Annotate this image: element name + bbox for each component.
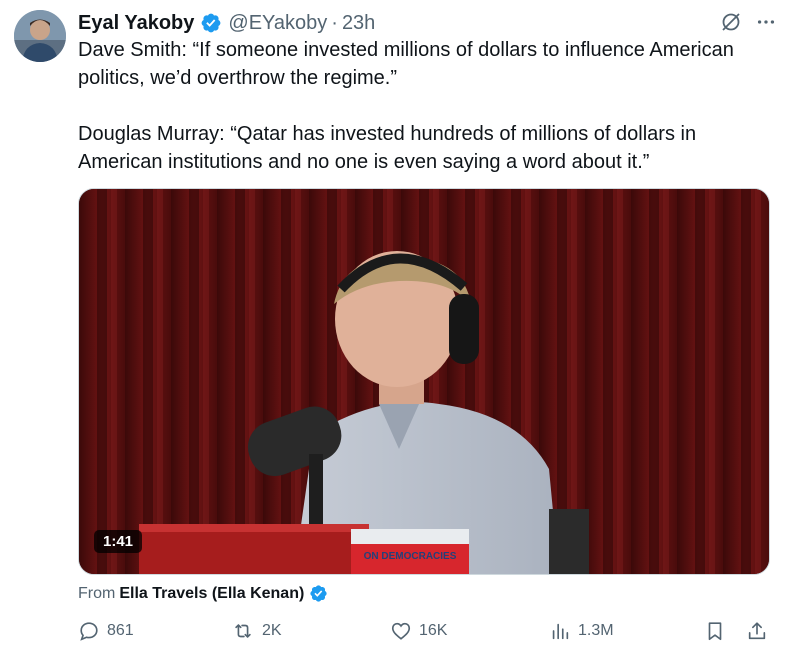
reply-count: 861 <box>107 622 134 639</box>
like-button[interactable]: 16K <box>390 620 447 642</box>
source-verified-badge-icon <box>309 584 328 603</box>
bookmark-button[interactable] <box>704 620 726 642</box>
views-button[interactable]: 1.3M <box>549 620 614 642</box>
share-icon <box>748 622 766 640</box>
repost-button[interactable]: 2K <box>231 620 282 642</box>
share-button[interactable] <box>746 620 768 642</box>
video-player[interactable]: ON DEMOCRACIES <box>78 188 770 575</box>
tweet-timestamp[interactable]: 23h <box>342 12 375 35</box>
bookmark-icon <box>708 622 722 641</box>
author-name[interactable]: Eyal Yakoby <box>78 12 194 35</box>
heart-icon <box>391 622 411 640</box>
reply-icon <box>80 622 98 641</box>
tweet-header: Eyal Yakoby @EYakoby · 23h <box>78 8 777 38</box>
video-duration-badge: 1:41 <box>94 530 143 553</box>
tweet-actions: 861 2K 16K 1.3M <box>78 620 770 650</box>
more-options-icon[interactable] <box>755 11 777 33</box>
source-account-name[interactable]: Ella Travels (Ella Kenan) <box>119 585 304 603</box>
author-handle[interactable]: @EYakoby <box>228 12 327 35</box>
video-source-attribution: From Ella Travels (Ella Kenan) <box>78 584 328 603</box>
view-count: 1.3M <box>578 622 614 639</box>
book-title: ON DEMOCRACIES <box>364 551 457 562</box>
verified-badge-icon <box>200 12 222 34</box>
like-count: 16K <box>419 622 448 639</box>
repost-count: 2K <box>262 622 282 639</box>
tweet-paragraph: Douglas Murray: “Qatar has invested hund… <box>78 123 697 173</box>
source-prefix: From <box>78 584 116 602</box>
tweet-paragraph: Dave Smith: “If someone invested million… <box>78 39 734 89</box>
author-avatar[interactable] <box>14 10 66 62</box>
grok-icon[interactable] <box>719 10 743 34</box>
reply-button[interactable]: 861 <box>78 620 134 642</box>
analytics-icon <box>552 623 569 640</box>
tweet-text: Dave Smith: “If someone invested million… <box>78 36 778 176</box>
separator-dot: · <box>331 11 338 34</box>
repost-icon <box>235 624 251 638</box>
video-thumbnail: ON DEMOCRACIES <box>79 189 769 574</box>
